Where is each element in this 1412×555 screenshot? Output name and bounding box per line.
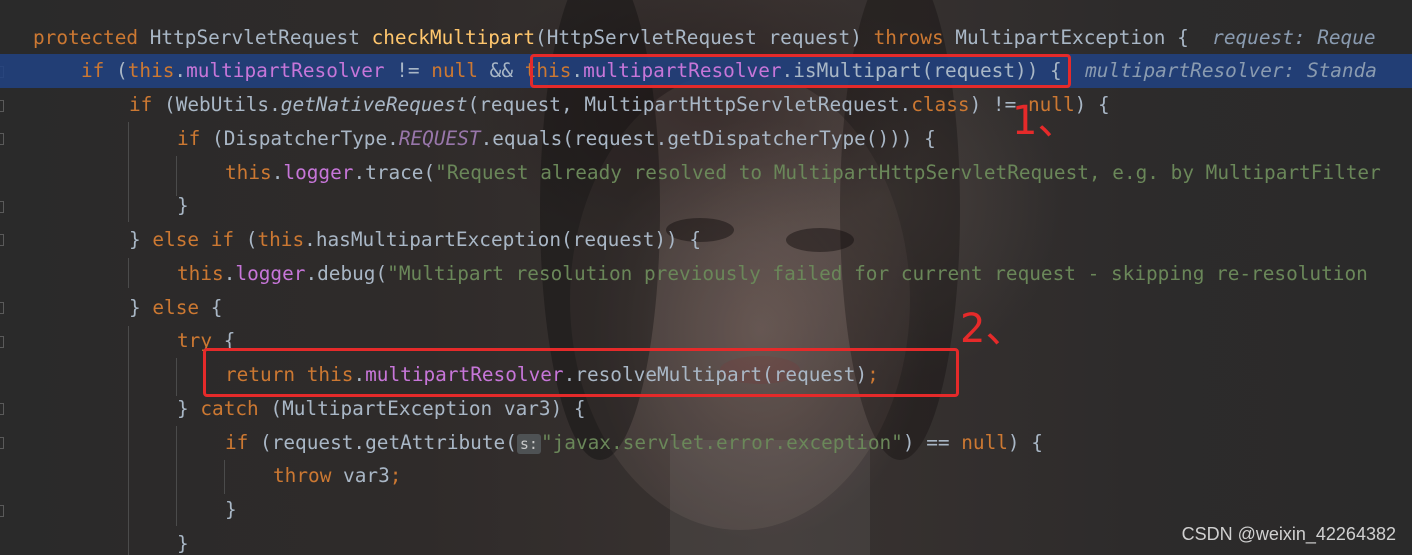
code-text: .equals(request.getDispatcherType())) { bbox=[480, 127, 936, 150]
code-line[interactable]: if (DispatcherType.REQUEST.equals(reques… bbox=[0, 122, 1412, 156]
keyword: if bbox=[177, 127, 201, 150]
code-line[interactable]: if (request.getAttribute(s: "javax.servle… bbox=[0, 426, 1412, 460]
code-line[interactable]: throw var3; bbox=[0, 459, 1412, 493]
code-text: . bbox=[271, 161, 284, 184]
code-text: var3 bbox=[331, 464, 390, 487]
string-literal: "Multipart resolution previously failed … bbox=[387, 262, 1368, 285]
constant: REQUEST bbox=[398, 127, 481, 150]
code-text: } bbox=[177, 532, 189, 555]
method-name: getNativeRequest bbox=[280, 93, 468, 116]
code-text: MultipartException { bbox=[943, 26, 1189, 49]
code-text: ) == bbox=[902, 431, 962, 454]
code-text: (MultipartException var3) { bbox=[258, 397, 586, 420]
code-text: && bbox=[477, 59, 525, 82]
keyword: if bbox=[81, 59, 105, 82]
code-editor[interactable]: protected HttpServletRequest checkMultip… bbox=[0, 0, 1412, 555]
method-name: checkMultipart bbox=[371, 26, 536, 49]
string-literal: "Request already resolved to MultipartHt… bbox=[435, 161, 1381, 184]
code-text: ( bbox=[234, 228, 258, 251]
keyword: this bbox=[177, 262, 224, 285]
code-text: . bbox=[174, 59, 187, 82]
keyword: throws bbox=[873, 26, 944, 49]
code-text: . bbox=[223, 262, 236, 285]
watermark: CSDN @weixin_42264382 bbox=[1181, 524, 1396, 544]
keyword: throw bbox=[273, 464, 332, 487]
code-text: HttpServletRequest bbox=[138, 26, 372, 49]
code-text: } bbox=[225, 498, 237, 521]
keyword: null bbox=[961, 431, 1008, 454]
keyword: this bbox=[257, 228, 305, 251]
code-text: != bbox=[384, 59, 432, 82]
code-text: (WebUtils. bbox=[152, 93, 281, 116]
parameter-hint: s: bbox=[516, 433, 541, 454]
inline-debug-hint: multipartResolver: Standa bbox=[1061, 59, 1377, 82]
keyword: ; bbox=[389, 464, 402, 487]
field-name: logger bbox=[235, 262, 306, 285]
annotation-box-1 bbox=[530, 54, 1071, 88]
code-text: (DispatcherType. bbox=[200, 127, 399, 150]
code-line[interactable]: if (WebUtils.getNativeRequest(request, M… bbox=[0, 88, 1412, 122]
code-text: (HttpServletRequest request) bbox=[535, 26, 874, 49]
inline-debug-hint: request: Reque bbox=[1188, 26, 1376, 49]
code-text: .hasMultipartException(request)) { bbox=[304, 228, 702, 251]
field-name: multipartResolver bbox=[186, 59, 385, 82]
code-text: } bbox=[177, 397, 201, 420]
keyword: else bbox=[152, 296, 200, 319]
field-name: logger bbox=[283, 161, 354, 184]
code-line[interactable]: } bbox=[0, 493, 1412, 527]
code-line[interactable]: } catch (MultipartException var3) { bbox=[0, 392, 1412, 426]
code-line[interactable]: } bbox=[0, 189, 1412, 223]
keyword: if bbox=[225, 431, 249, 454]
keyword: this bbox=[127, 59, 175, 82]
code-line[interactable]: protected HttpServletRequest checkMultip… bbox=[0, 21, 1412, 55]
keyword: if bbox=[129, 93, 153, 116]
code-text: ) { bbox=[1074, 93, 1110, 116]
code-text: .debug( bbox=[305, 262, 388, 285]
keyword: protected bbox=[33, 26, 139, 49]
code-line[interactable]: this.logger.debug("Multipart resolution … bbox=[0, 257, 1412, 291]
annotation-box-2 bbox=[203, 348, 959, 397]
keyword: null bbox=[431, 59, 478, 82]
keyword: catch bbox=[200, 397, 259, 420]
string-literal: "javax.servlet.error.exception" bbox=[540, 431, 903, 454]
code-text: ) { bbox=[1007, 431, 1043, 454]
code-line[interactable]: } else if (this.hasMultipartException(re… bbox=[0, 223, 1412, 257]
code-text: (request.getAttribute( bbox=[248, 431, 517, 454]
code-text: } bbox=[129, 228, 153, 251]
code-text: } bbox=[129, 296, 153, 319]
code-text: ( bbox=[104, 59, 128, 82]
keyword: this bbox=[225, 161, 272, 184]
keyword: class bbox=[911, 93, 970, 116]
code-line[interactable]: } else { bbox=[0, 291, 1412, 325]
code-text: (request, MultipartHttpServletRequest. bbox=[467, 93, 912, 116]
annotation-label-1: 1、 bbox=[1012, 98, 1078, 144]
annotation-label-2: 2、 bbox=[960, 306, 1026, 352]
code-line[interactable]: this.logger.trace("Request already resol… bbox=[0, 156, 1412, 190]
code-text: } bbox=[177, 194, 189, 217]
code-text: .trace( bbox=[353, 161, 436, 184]
keyword: else if bbox=[152, 228, 235, 251]
code-text: { bbox=[199, 296, 223, 319]
